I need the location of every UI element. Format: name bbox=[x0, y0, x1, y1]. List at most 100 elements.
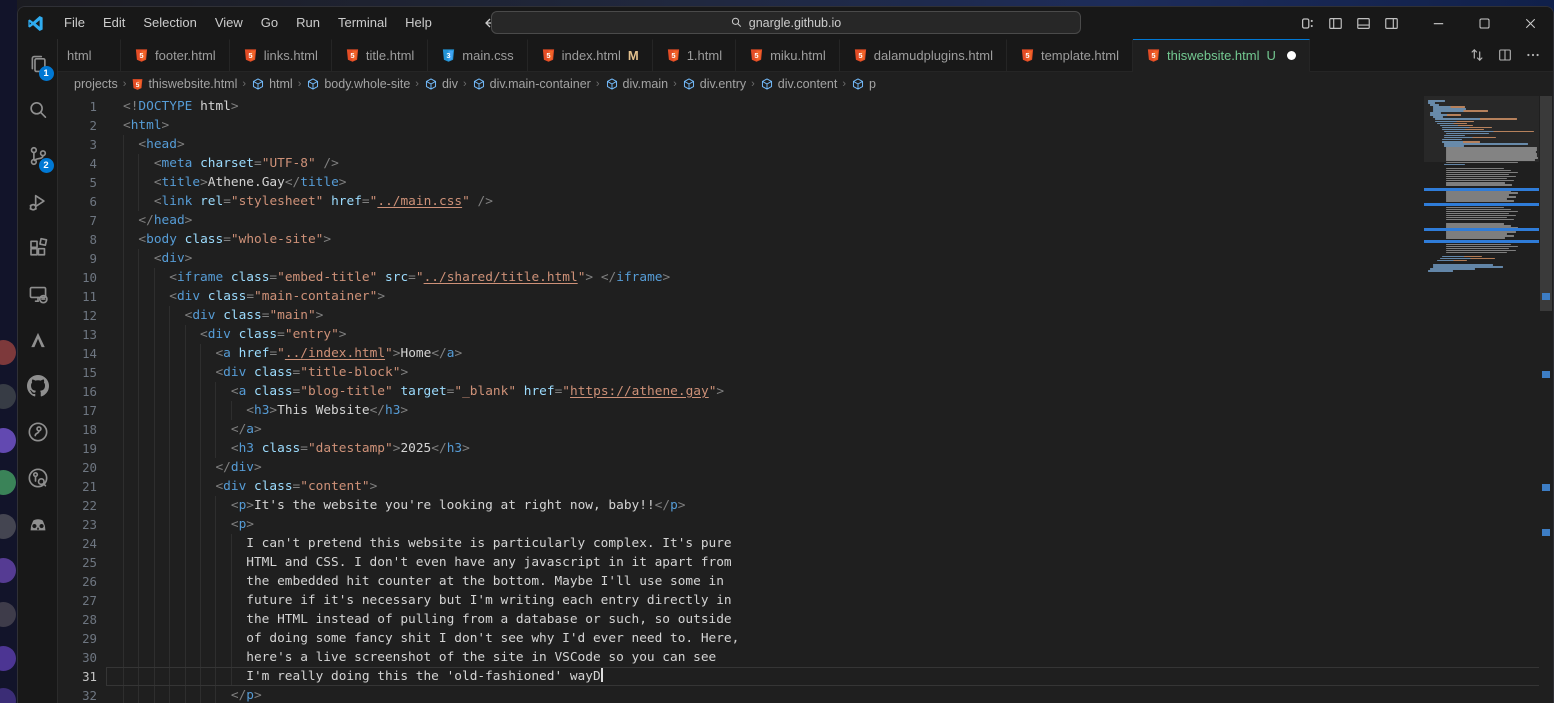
code-line-30[interactable]: 30here's a live screenshot of the site i… bbox=[58, 648, 1553, 667]
code-line-22[interactable]: 22<p>It's the website you're looking at … bbox=[58, 496, 1553, 515]
menu-terminal[interactable]: Terminal bbox=[329, 7, 396, 39]
menu-file[interactable]: File bbox=[55, 7, 94, 39]
scrollbar-slider[interactable] bbox=[1540, 96, 1552, 311]
code-token: charset bbox=[200, 156, 254, 171]
activity-remote-explorer[interactable] bbox=[18, 271, 58, 317]
code-line-1[interactable]: 1<!DOCTYPE html> bbox=[58, 97, 1553, 116]
code-line-29[interactable]: 29of doing some fancy shit I don't see w… bbox=[58, 629, 1553, 648]
breadcrumb-item-p[interactable]: p bbox=[851, 77, 876, 91]
tab-html[interactable]: html bbox=[58, 39, 121, 72]
code-line-27[interactable]: 27future if it's necessary but I'm writi… bbox=[58, 591, 1553, 610]
activity-search[interactable] bbox=[18, 87, 58, 133]
breadcrumb-item-html[interactable]: html bbox=[251, 77, 293, 91]
customize-layout-icon[interactable] bbox=[1293, 7, 1321, 39]
code-line-12[interactable]: 12<div class="main"> bbox=[58, 306, 1553, 325]
titlebar-right bbox=[1293, 7, 1553, 39]
code-line-3[interactable]: 3<head> bbox=[58, 135, 1553, 154]
activity-run-debug[interactable] bbox=[18, 179, 58, 225]
activity-godot[interactable] bbox=[18, 501, 58, 547]
code-line-19[interactable]: 19<h3 class="datestamp">2025</h3> bbox=[58, 439, 1553, 458]
open-changes-icon[interactable] bbox=[1465, 43, 1489, 67]
toggle-primary-sidebar-icon[interactable] bbox=[1321, 7, 1349, 39]
close-button[interactable] bbox=[1507, 7, 1553, 39]
tab-links.html[interactable]: 5links.html bbox=[230, 39, 332, 72]
code-line-23[interactable]: 23<p> bbox=[58, 515, 1553, 534]
code-line-16[interactable]: 16<a class="blog-title" target="_blank" … bbox=[58, 382, 1553, 401]
code-token bbox=[223, 270, 231, 285]
activity-git-graph-search[interactable] bbox=[18, 455, 58, 501]
tab-index.html[interactable]: 5index.htmlM bbox=[528, 39, 653, 72]
tab-dalamudplugins.html[interactable]: 5dalamudplugins.html bbox=[840, 39, 1007, 72]
breadcrumb-item-projects[interactable]: projects bbox=[74, 77, 118, 91]
tab-main.css[interactable]: 3main.css bbox=[428, 39, 527, 72]
breadcrumb-item-div.main[interactable]: div.main bbox=[605, 77, 669, 91]
breadcrumb-item-div.entry[interactable]: div.entry bbox=[682, 77, 746, 91]
code-line-7[interactable]: 7</head> bbox=[58, 211, 1553, 230]
activity-github[interactable] bbox=[18, 363, 58, 409]
toggle-panel-icon[interactable] bbox=[1349, 7, 1377, 39]
more-actions-icon[interactable] bbox=[1521, 43, 1545, 67]
code-line-9[interactable]: 9<div> bbox=[58, 249, 1553, 268]
code-line-14[interactable]: 14<a href="../index.html">Home</a> bbox=[58, 344, 1553, 363]
code-line-26[interactable]: 26the embedded hit counter at the bottom… bbox=[58, 572, 1553, 591]
code-line-6[interactable]: 6<link rel="stylesheet" href="../main.cs… bbox=[58, 192, 1553, 211]
code-line-4[interactable]: 4<meta charset="UTF-8" /> bbox=[58, 154, 1553, 173]
unsaved-dot-icon[interactable] bbox=[1287, 51, 1296, 60]
code-token: "UTF-8" bbox=[262, 156, 316, 171]
code-line-13[interactable]: 13<div class="entry"> bbox=[58, 325, 1553, 344]
code-line-32[interactable]: 32</p> bbox=[58, 686, 1553, 703]
minimap-slider[interactable] bbox=[1424, 96, 1539, 162]
code-token: > bbox=[185, 213, 193, 228]
code-line-11[interactable]: 11<div class="main-container"> bbox=[58, 287, 1553, 306]
code-token: > bbox=[254, 688, 262, 703]
breadcrumb-item-thiswebsite.html[interactable]: 5thiswebsite.html bbox=[131, 77, 237, 91]
tab-1.html[interactable]: 51.html bbox=[653, 39, 736, 72]
breadcrumb-item-div[interactable]: div bbox=[424, 77, 458, 91]
menu-help[interactable]: Help bbox=[396, 7, 441, 39]
tab-title.html[interactable]: 5title.html bbox=[332, 39, 428, 72]
maximize-button[interactable] bbox=[1461, 7, 1507, 39]
tab-footer.html[interactable]: 5footer.html bbox=[121, 39, 230, 72]
breadcrumb-item-div.main-container[interactable]: div.main-container bbox=[472, 77, 591, 91]
activity-git-history[interactable] bbox=[18, 409, 58, 455]
code-line-10[interactable]: 10<iframe class="embed-title" src="../sh… bbox=[58, 268, 1553, 287]
minimap[interactable] bbox=[1424, 96, 1539, 703]
activity-azure[interactable] bbox=[18, 317, 58, 363]
code-line-5[interactable]: 5<title>Athene.Gay</title> bbox=[58, 173, 1553, 192]
activity-source-control[interactable]: 2 bbox=[18, 133, 58, 179]
tab-thiswebsite.html[interactable]: 5thiswebsite.htmlU bbox=[1133, 39, 1310, 72]
command-center-search[interactable]: gnargle.github.io bbox=[491, 11, 1081, 34]
indent-guide bbox=[231, 610, 232, 629]
menu-go[interactable]: Go bbox=[252, 7, 287, 39]
code-line-24[interactable]: 24I can't pretend this website is partic… bbox=[58, 534, 1553, 553]
toggle-secondary-sidebar-icon[interactable] bbox=[1377, 7, 1405, 39]
code-line-18[interactable]: 18</a> bbox=[58, 420, 1553, 439]
code-editor[interactable]: 1<!DOCTYPE html>2<html>3<head>4<meta cha… bbox=[58, 96, 1553, 703]
split-editor-icon[interactable] bbox=[1493, 43, 1517, 67]
minimap-line bbox=[1446, 219, 1514, 221]
indent-guide bbox=[200, 458, 201, 477]
indent-guide bbox=[138, 667, 139, 686]
menu-selection[interactable]: Selection bbox=[134, 7, 205, 39]
code-line-20[interactable]: 20</div> bbox=[58, 458, 1553, 477]
menu-edit[interactable]: Edit bbox=[94, 7, 134, 39]
scrollbar[interactable] bbox=[1539, 96, 1553, 703]
code-line-2[interactable]: 2<html> bbox=[58, 116, 1553, 135]
code-line-17[interactable]: 17<h3>This Website</h3> bbox=[58, 401, 1553, 420]
code-line-15[interactable]: 15<div class="title-block"> bbox=[58, 363, 1553, 382]
breadcrumb: projects›5thiswebsite.html›html›body.who… bbox=[58, 72, 1553, 96]
code-line-8[interactable]: 8<body class="whole-site"> bbox=[58, 230, 1553, 249]
breadcrumb-item-div.content[interactable]: div.content bbox=[760, 77, 838, 91]
menu-view[interactable]: View bbox=[206, 7, 252, 39]
breadcrumb-item-body.whole-site[interactable]: body.whole-site bbox=[306, 77, 410, 91]
code-line-25[interactable]: 25HTML and CSS. I don't even have any ja… bbox=[58, 553, 1553, 572]
code-line-28[interactable]: 28the HTML instead of pulling from a dat… bbox=[58, 610, 1553, 629]
code-line-31[interactable]: 31I'm really doing this the 'old-fashion… bbox=[58, 667, 1553, 686]
activity-extensions[interactable] bbox=[18, 225, 58, 271]
tab-template.html[interactable]: 5template.html bbox=[1007, 39, 1133, 72]
activity-explorer[interactable]: 1 bbox=[18, 41, 58, 87]
code-line-21[interactable]: 21<div class="content"> bbox=[58, 477, 1553, 496]
tab-miku.html[interactable]: 5miku.html bbox=[736, 39, 840, 72]
minimize-button[interactable] bbox=[1415, 7, 1461, 39]
menu-run[interactable]: Run bbox=[287, 7, 329, 39]
